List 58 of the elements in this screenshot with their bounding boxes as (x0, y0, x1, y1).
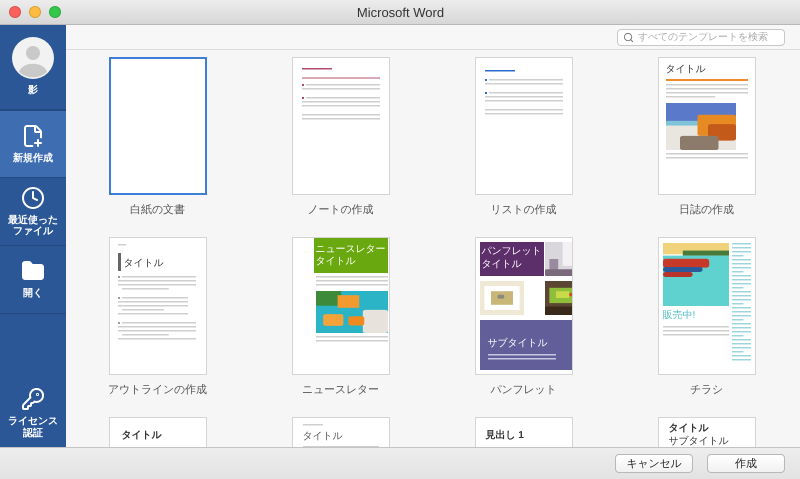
sidebar-label: ライセンス認証 (7, 416, 59, 439)
template-label: 日誌の作成 (679, 203, 734, 217)
template-label: 白紙の文書 (130, 202, 185, 217)
template-label: ニュースレター (302, 383, 379, 397)
create-button[interactable]: 作成 (707, 454, 785, 473)
template-label: チラシ (690, 383, 723, 397)
sidebar-label: 新規作成 (13, 152, 53, 164)
sidebar-label: 最近使ったファイル (7, 214, 59, 238)
document-subtitle: サブタイトル (668, 436, 730, 447)
document-title: タイトル (316, 256, 356, 267)
text-lines-drawing (118, 244, 126, 248)
text-lines-drawing (662, 326, 728, 338)
document-heading: 見出し 1 (486, 430, 525, 442)
document-title: タイトル (482, 258, 522, 270)
sidebar-item[interactable]: 新規作成 (0, 110, 66, 178)
template-label: リストの作成 (490, 203, 556, 217)
document-title: タイトル (666, 64, 706, 76)
cancel-button[interactable]: キャンセル (615, 454, 693, 473)
template-thumbnail[interactable]: パンフレット タイトル サブタイトル (474, 237, 572, 375)
text-lines-drawing (302, 68, 332, 72)
clock-icon (21, 186, 45, 210)
template-label: ノートの作成 (308, 203, 374, 217)
search-icon (623, 32, 634, 42)
minimize-icon[interactable] (29, 6, 41, 18)
document-title: タイトル (668, 423, 710, 434)
text-lines-drawing (488, 354, 556, 362)
maximize-icon[interactable] (49, 6, 61, 18)
text-lines-drawing (302, 424, 322, 428)
template-thumbnail[interactable]: タイトル サブタイトル (658, 417, 756, 447)
template-thumbnail[interactable]: タイトル (108, 417, 206, 447)
template-thumbnail[interactable] (108, 57, 206, 195)
template-thumbnail[interactable]: タイトル (108, 237, 206, 375)
text-lines-drawing (316, 336, 388, 344)
template-thumbnail[interactable]: 見出し 1 (474, 417, 572, 447)
text-lines-drawing (316, 276, 388, 288)
close-icon[interactable] (9, 6, 21, 18)
text-lines-drawing (484, 70, 514, 74)
document-title: タイトル (122, 430, 163, 442)
sidebar-item[interactable]: ライセンス認証 (0, 379, 66, 447)
avatar-icon (12, 37, 54, 80)
text-lines-drawing (118, 297, 188, 317)
new-document-icon (21, 124, 45, 148)
template-thumbnail[interactable]: タイトル (658, 57, 756, 195)
document-title: タイトル (124, 258, 164, 269)
template-label: パンフレット (490, 383, 556, 397)
key-icon (21, 387, 45, 411)
document-title: タイトル (302, 431, 344, 442)
document-title: 販売中! (662, 310, 696, 322)
template-label: アウトラインの作成 (108, 383, 207, 397)
template-thumbnail[interactable]: タイトル (292, 417, 390, 447)
sidebar-item[interactable]: 開く (0, 246, 66, 314)
document-title: パンフレット (482, 246, 542, 258)
sidebar-item[interactable]: 最近使ったファイル (0, 178, 66, 246)
window-title: Microsoft Word (356, 4, 446, 20)
sidebar-label: 開く (23, 288, 43, 300)
document-subtitle: サブタイトル (488, 338, 548, 350)
user-name: 影 (28, 85, 38, 97)
document-title: ニュースレター (316, 244, 386, 256)
